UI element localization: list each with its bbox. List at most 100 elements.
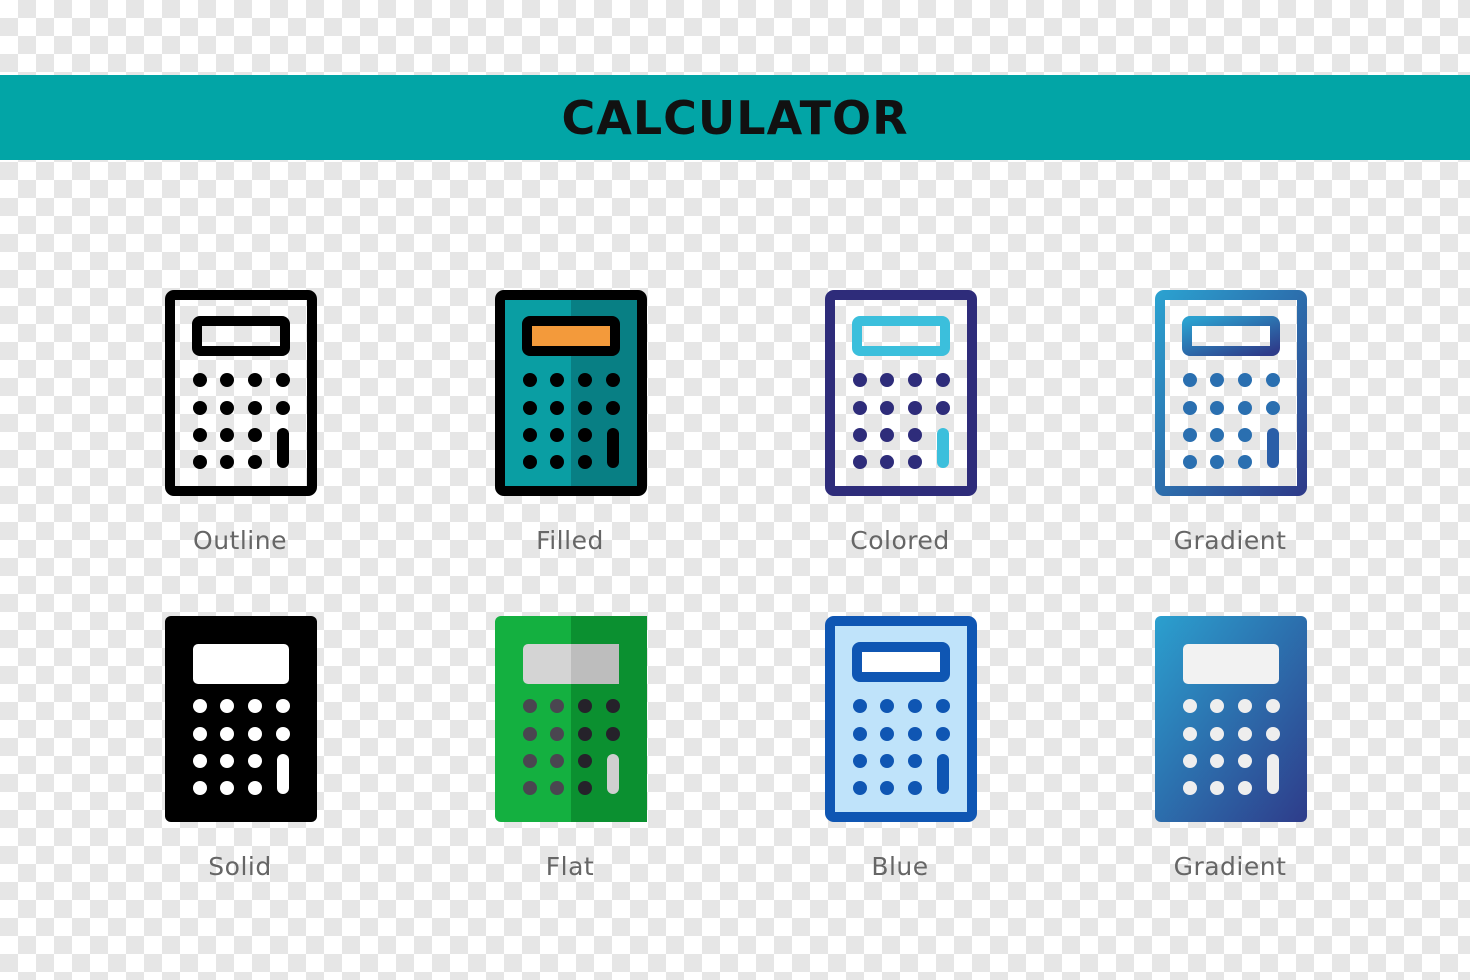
calculator-screen [852,642,950,682]
calculator-key [523,428,537,442]
calculator-key [550,727,564,741]
calculator-key [853,754,867,768]
calculator-key [523,373,537,387]
calculator-key [578,699,592,713]
calculator-screen [852,316,950,356]
calculator-key [1210,727,1224,741]
icon-label: Colored [850,526,950,555]
icon-card-gradient-outline[interactable]: Gradient [1110,290,1350,570]
calculator-key [908,781,922,795]
icon-label: Flat [545,852,595,881]
calculator-equals-key [607,754,619,794]
calculator-outline-icon [165,290,317,496]
calculator-key [1266,401,1280,415]
calculator-key [936,401,950,415]
calculator-key [853,428,867,442]
calculator-key [276,699,290,713]
calculator-key [276,727,290,741]
calculator-key [1183,727,1197,741]
calculator-key [550,781,564,795]
calculator-key [220,373,234,387]
calculator-key [853,455,867,469]
calculator-blue-icon [825,616,977,822]
calculator-key [193,455,207,469]
calculator-key [248,727,262,741]
calculator-gradient-solid-icon [1155,616,1307,822]
icon-card-gradient-solid[interactable]: Gradient [1110,616,1350,896]
calculator-key [880,781,894,795]
calculator-key [248,455,262,469]
calculator-equals-key [1267,754,1279,794]
calculator-key [523,781,537,795]
calculator-key [606,401,620,415]
calculator-key [523,401,537,415]
calculator-key [276,373,290,387]
calculator-key [248,428,262,442]
icon-card-blue[interactable]: Blue [780,616,1020,896]
calculator-key [220,401,234,415]
calculator-equals-key [277,754,289,794]
calculator-key [880,428,894,442]
calculator-key [1238,754,1252,768]
calculator-gradient-outline-icon [1155,290,1307,496]
calculator-key [578,401,592,415]
calculator-key [248,373,262,387]
icon-card-outline[interactable]: Outline [120,290,360,570]
calculator-key [523,754,537,768]
title-banner: CALCULATOR [0,75,1470,160]
calculator-colored-icon [825,290,977,496]
calculator-key [1183,401,1197,415]
calculator-key [578,727,592,741]
calculator-screen-shade [571,644,619,684]
calculator-key [523,699,537,713]
calculator-key [550,373,564,387]
icon-card-colored[interactable]: Colored [780,290,1020,570]
icon-label: Outline [193,526,287,555]
calculator-key [193,781,207,795]
calculator-key [853,781,867,795]
icon-card-flat[interactable]: Flat [450,616,690,896]
calculator-key [578,455,592,469]
calculator-key [248,754,262,768]
calculator-key [276,401,290,415]
calculator-key [1183,455,1197,469]
calculator-key [606,699,620,713]
calculator-key [193,727,207,741]
calculator-key [853,373,867,387]
calculator-key [578,428,592,442]
calculator-key [936,373,950,387]
calculator-equals-key [607,428,619,468]
calculator-key [1238,781,1252,795]
calculator-key [1183,373,1197,387]
calculator-key [1238,428,1252,442]
page-title: CALCULATOR [561,90,909,145]
icon-card-solid[interactable]: Solid [120,616,360,896]
icon-card-filled[interactable]: Filled [450,290,690,570]
calculator-key [220,781,234,795]
calculator-key [908,699,922,713]
calculator-key [193,699,207,713]
calculator-key [908,428,922,442]
calculator-key [908,754,922,768]
calculator-key [193,401,207,415]
calculator-key [550,455,564,469]
calculator-key [880,727,894,741]
calculator-key [578,754,592,768]
calculator-key [853,699,867,713]
calculator-key [1238,401,1252,415]
calculator-key [880,401,894,415]
calculator-key [1238,727,1252,741]
calculator-key [550,428,564,442]
calculator-key [248,781,262,795]
calculator-key [1238,373,1252,387]
icon-label: Gradient [1173,852,1287,881]
calculator-key [908,373,922,387]
calculator-key [1183,428,1197,442]
calculator-key [1210,455,1224,469]
calculator-key [853,401,867,415]
calculator-key [1210,754,1224,768]
calculator-key [578,781,592,795]
calculator-flat-icon [495,616,647,822]
calculator-key [1183,754,1197,768]
calculator-key [523,455,537,469]
